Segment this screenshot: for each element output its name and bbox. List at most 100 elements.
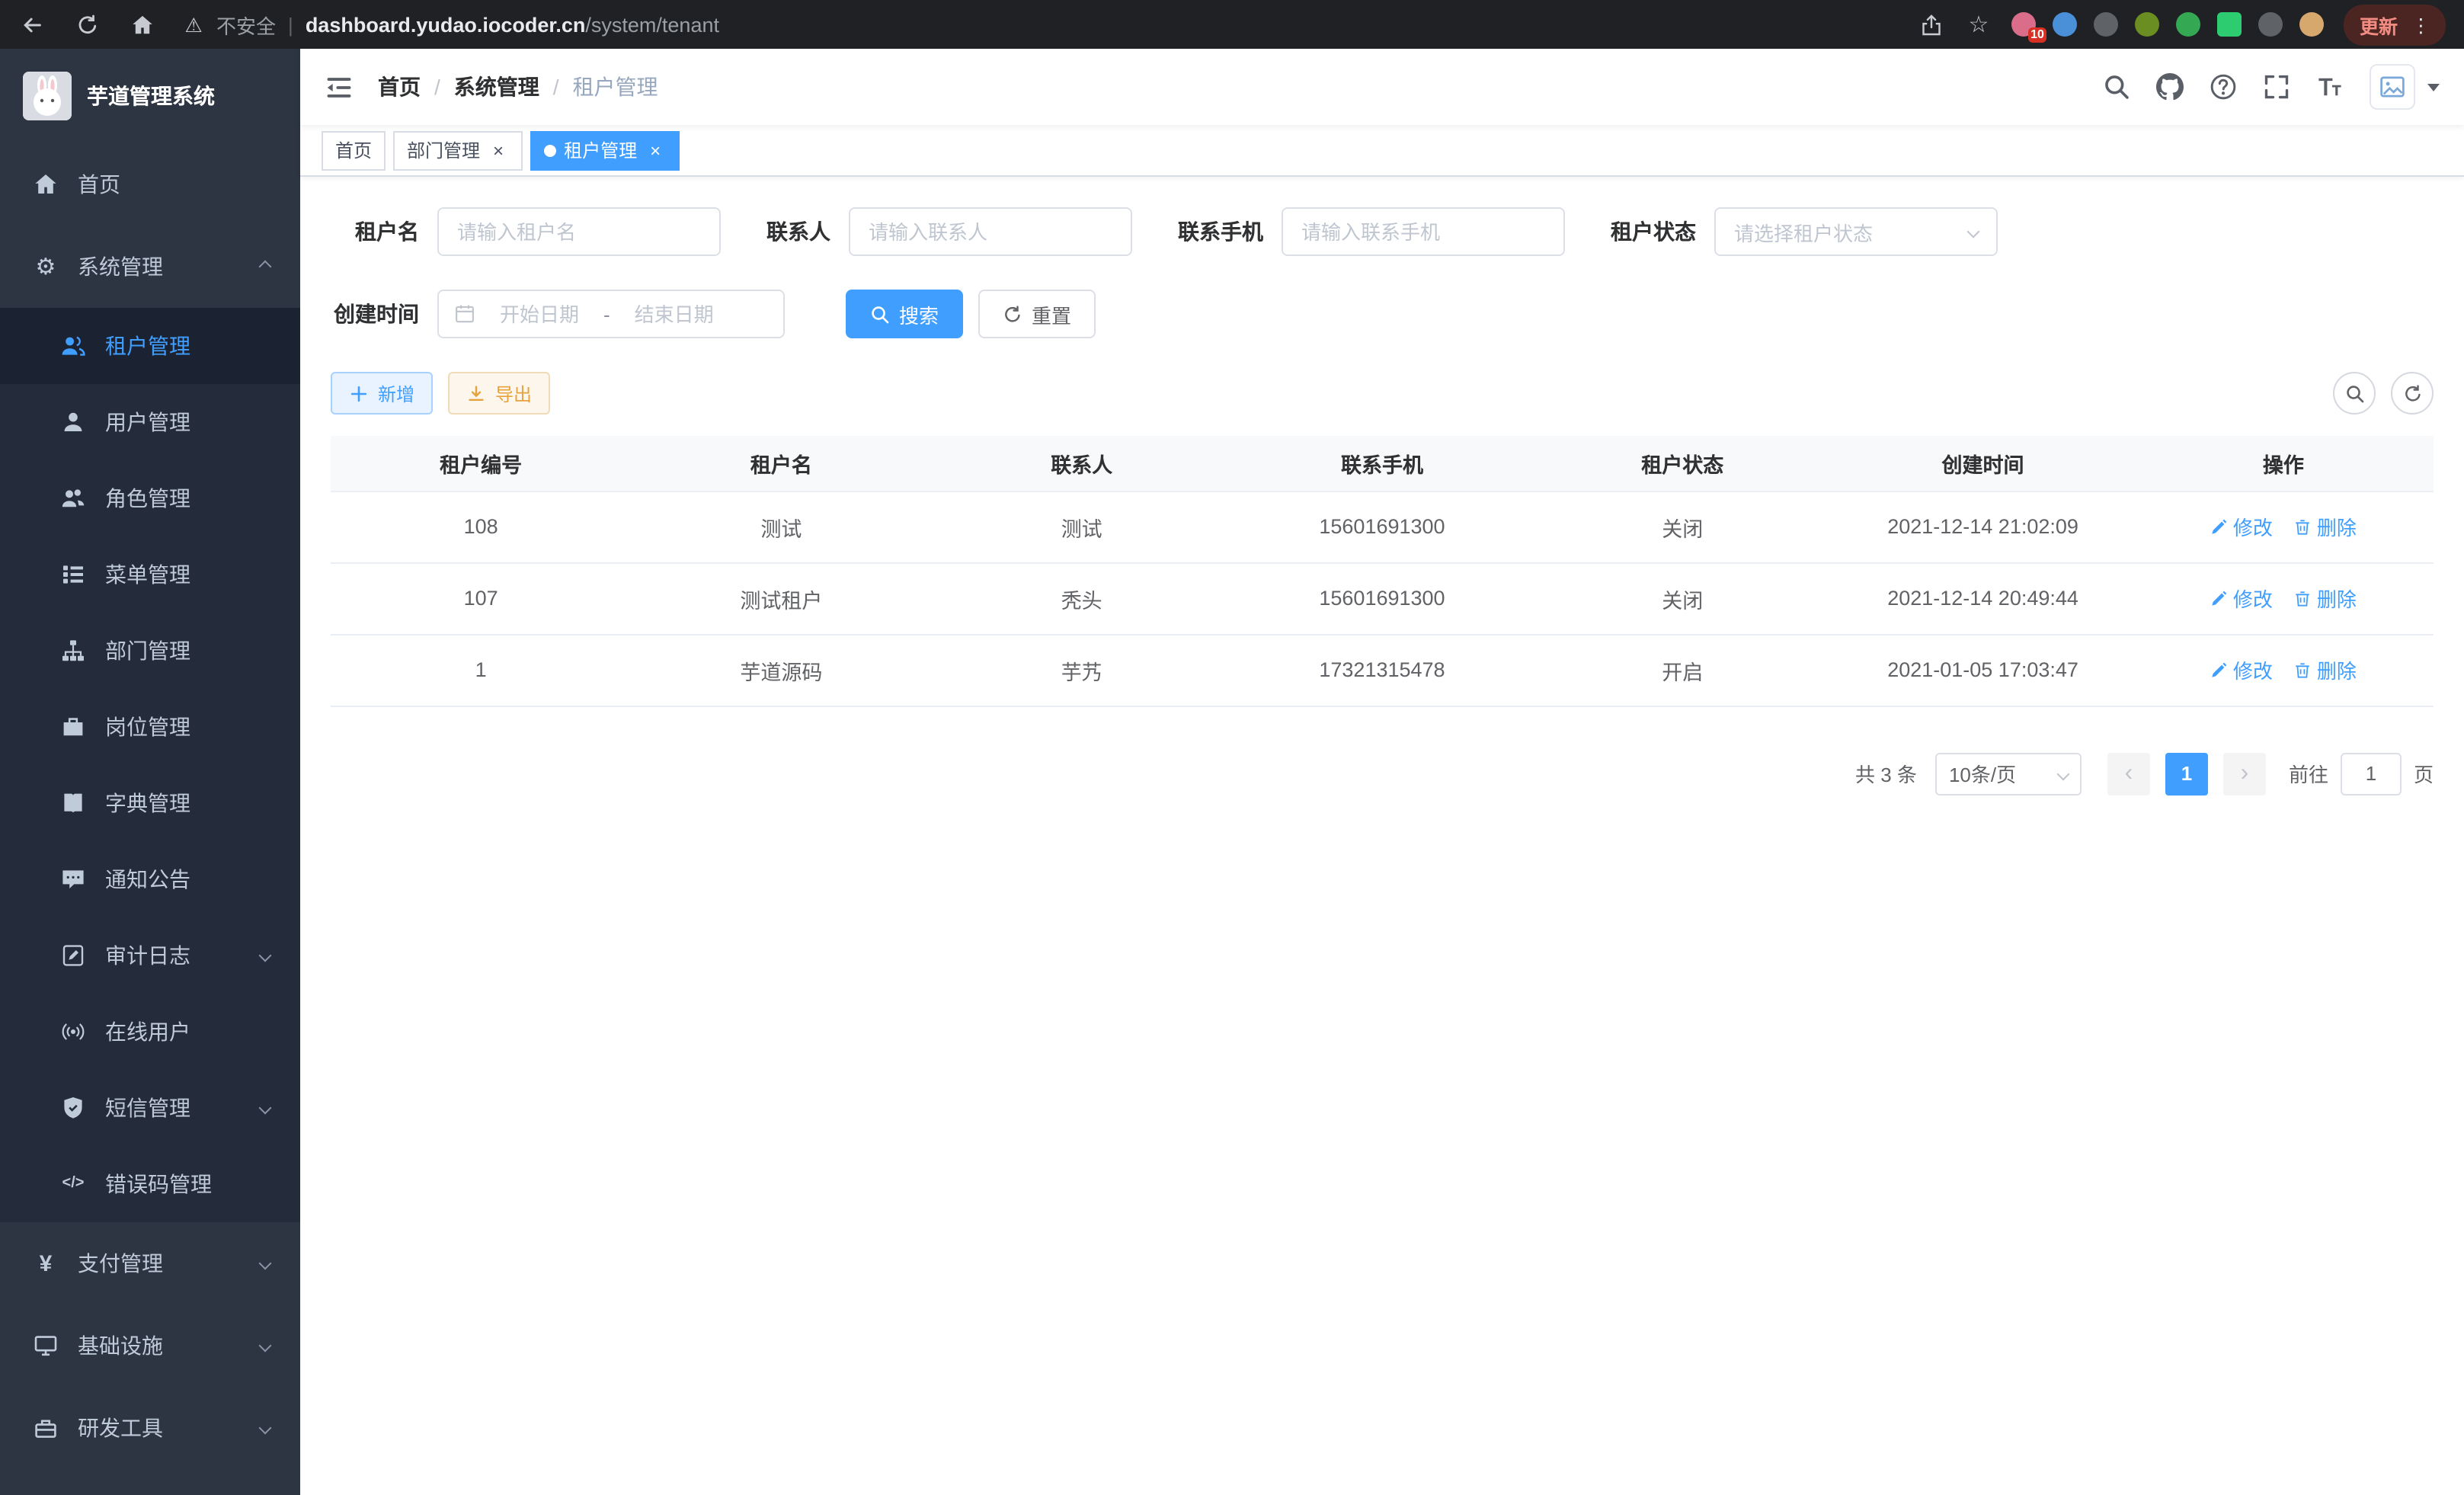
sidebar-item-支付管理[interactable]: ¥支付管理 — [0, 1222, 300, 1305]
edit-link[interactable]: 修改 — [2210, 655, 2273, 684]
sidebar-fold-icon[interactable] — [325, 72, 354, 101]
app-title: 芋道管理系统 — [87, 81, 215, 111]
extension-icon[interactable] — [2259, 12, 2283, 37]
tenant-name-input[interactable] — [437, 207, 721, 256]
delete-link[interactable]: 删除 — [2294, 655, 2357, 684]
mobile-input[interactable] — [1282, 207, 1565, 256]
warning-icon: ⚠ — [180, 11, 207, 38]
page-button-1[interactable]: 1 — [2165, 752, 2208, 795]
address-bar[interactable]: dashboard.yudao.iocoder.cn /system/tenan… — [306, 13, 1918, 36]
search-icon — [870, 304, 890, 324]
sidebar-item-系统管理[interactable]: ⚙系统管理 — [0, 226, 300, 308]
font-size-icon[interactable] — [2316, 73, 2344, 101]
cell-contact: 测试 — [932, 491, 1232, 562]
extension-icon[interactable] — [2094, 12, 2119, 37]
delete-link[interactable]: 删除 — [2294, 512, 2357, 541]
sidebar-item-label: 岗位管理 — [105, 712, 190, 742]
reload-icon[interactable] — [73, 11, 101, 38]
sidebar-item-研发工具[interactable]: 研发工具 — [0, 1387, 300, 1469]
extension-icon[interactable]: 10 — [2012, 12, 2037, 37]
create-time-label: 创建时间 — [331, 299, 419, 329]
sidebar-item-字典管理[interactable]: 字典管理 — [0, 765, 300, 841]
avatar — [2370, 64, 2415, 110]
cell-name: 测试 — [631, 491, 931, 562]
extension-icon[interactable] — [2136, 12, 2160, 37]
sidebar-item-在线用户[interactable]: 在线用户 — [0, 994, 300, 1070]
extension-icon[interactable] — [2177, 12, 2201, 37]
extension-icon[interactable] — [2300, 12, 2325, 37]
sidebar-item-首页[interactable]: 首页 — [0, 143, 300, 226]
export-button[interactable]: 导出 — [448, 372, 550, 415]
reset-button[interactable]: 重置 — [978, 290, 1096, 338]
sidebar-item-基础设施[interactable]: 基础设施 — [0, 1305, 300, 1387]
sidebar-item-通知公告[interactable]: 通知公告 — [0, 841, 300, 917]
sidebar-item-label: 基础设施 — [78, 1330, 163, 1361]
breadcrumb-item[interactable]: 首页 — [378, 72, 421, 102]
edit-link[interactable]: 修改 — [2210, 512, 2273, 541]
search-toggle-button[interactable] — [2333, 372, 2376, 415]
breadcrumb-item: 租户管理 — [573, 72, 658, 102]
tab-close-icon[interactable]: × — [645, 139, 666, 161]
sidebar-item-租户管理[interactable]: 租户管理 — [0, 308, 300, 384]
sidebar-item-菜单管理[interactable]: 菜单管理 — [0, 536, 300, 613]
cell-contact: 芋艿 — [932, 634, 1232, 706]
extension-icon[interactable] — [2218, 12, 2242, 37]
github-icon[interactable] — [2156, 73, 2184, 101]
menu-icon — [61, 562, 85, 587]
end-date-input[interactable] — [616, 303, 732, 325]
browser-menu-icon[interactable]: ⋮ — [2411, 13, 2430, 36]
delete-icon — [2294, 589, 2312, 607]
next-page-button[interactable]: › — [2223, 752, 2266, 795]
mobile-label: 联系手机 — [1178, 216, 1263, 247]
browser-home-icon[interactable] — [128, 11, 155, 38]
refresh-icon — [2402, 383, 2422, 403]
help-icon[interactable] — [2210, 73, 2237, 101]
security-indicator[interactable]: ⚠ 不安全 — [180, 10, 276, 39]
fullscreen-icon[interactable] — [2263, 73, 2290, 101]
bookmark-star-icon[interactable]: ☆ — [1965, 11, 1992, 38]
export-button-label: 导出 — [495, 380, 532, 406]
top-navbar: 首页/系统管理/租户管理 — [300, 49, 2464, 125]
create-time-range-picker[interactable]: - — [437, 290, 785, 338]
tenant-status-select[interactable]: 请选择租户状态 — [1714, 207, 1998, 256]
start-date-input[interactable] — [482, 303, 597, 325]
sidebar-item-角色管理[interactable]: 角色管理 — [0, 460, 300, 536]
search-button[interactable]: 搜索 — [846, 290, 963, 338]
prev-page-button[interactable]: ‹ — [2107, 752, 2150, 795]
tab-首页[interactable]: 首页 — [322, 130, 386, 170]
sidebar: 芋道管理系统 首页⚙系统管理租户管理用户管理角色管理菜单管理部门管理岗位管理字典… — [0, 49, 300, 1495]
sidebar-item-短信管理[interactable]: 短信管理 — [0, 1070, 300, 1146]
chevron-down-icon — [2056, 767, 2069, 780]
sidebar-item-岗位管理[interactable]: 岗位管理 — [0, 689, 300, 765]
sidebar-item-部门管理[interactable]: 部门管理 — [0, 613, 300, 689]
cell-created: 2021-12-14 21:02:09 — [1832, 491, 2133, 562]
edit-link[interactable]: 修改 — [2210, 584, 2273, 613]
search-icon[interactable] — [2103, 73, 2130, 101]
table-column-header: 操作 — [2133, 436, 2434, 491]
goto-page-input[interactable] — [2341, 752, 2402, 795]
update-button[interactable]: 更新 ⋮ — [2344, 4, 2446, 45]
app-logo-row[interactable]: 芋道管理系统 — [0, 49, 300, 143]
pay-icon: ¥ — [34, 1251, 58, 1276]
share-icon[interactable] — [1918, 11, 1945, 38]
add-button-label: 新增 — [378, 380, 414, 406]
contact-input[interactable] — [849, 207, 1132, 256]
page-size-select[interactable]: 10条/页 — [1935, 752, 2082, 795]
sidebar-item-审计日志[interactable]: 审计日志 — [0, 917, 300, 994]
sidebar-item-label: 短信管理 — [105, 1093, 190, 1123]
select-placeholder: 请选择租户状态 — [1734, 217, 1873, 246]
user-avatar-dropdown[interactable] — [2370, 64, 2440, 110]
sidebar-item-错误码管理[interactable]: </>错误码管理 — [0, 1146, 300, 1222]
sidebar-item-用户管理[interactable]: 用户管理 — [0, 384, 300, 460]
breadcrumb-item[interactable]: 系统管理 — [454, 72, 539, 102]
back-icon[interactable] — [18, 11, 46, 38]
delete-link[interactable]: 删除 — [2294, 584, 2357, 613]
table-header-row: 租户编号租户名联系人联系手机租户状态创建时间操作 — [331, 436, 2434, 491]
refresh-table-button[interactable] — [2391, 372, 2434, 415]
extension-icon[interactable] — [2053, 12, 2078, 37]
tab-租户管理[interactable]: 租户管理× — [530, 130, 680, 170]
add-button[interactable]: 新增 — [331, 372, 433, 415]
sidebar-item-label: 字典管理 — [105, 788, 190, 818]
tab-部门管理[interactable]: 部门管理× — [393, 130, 523, 170]
tab-close-icon[interactable]: × — [488, 139, 509, 161]
